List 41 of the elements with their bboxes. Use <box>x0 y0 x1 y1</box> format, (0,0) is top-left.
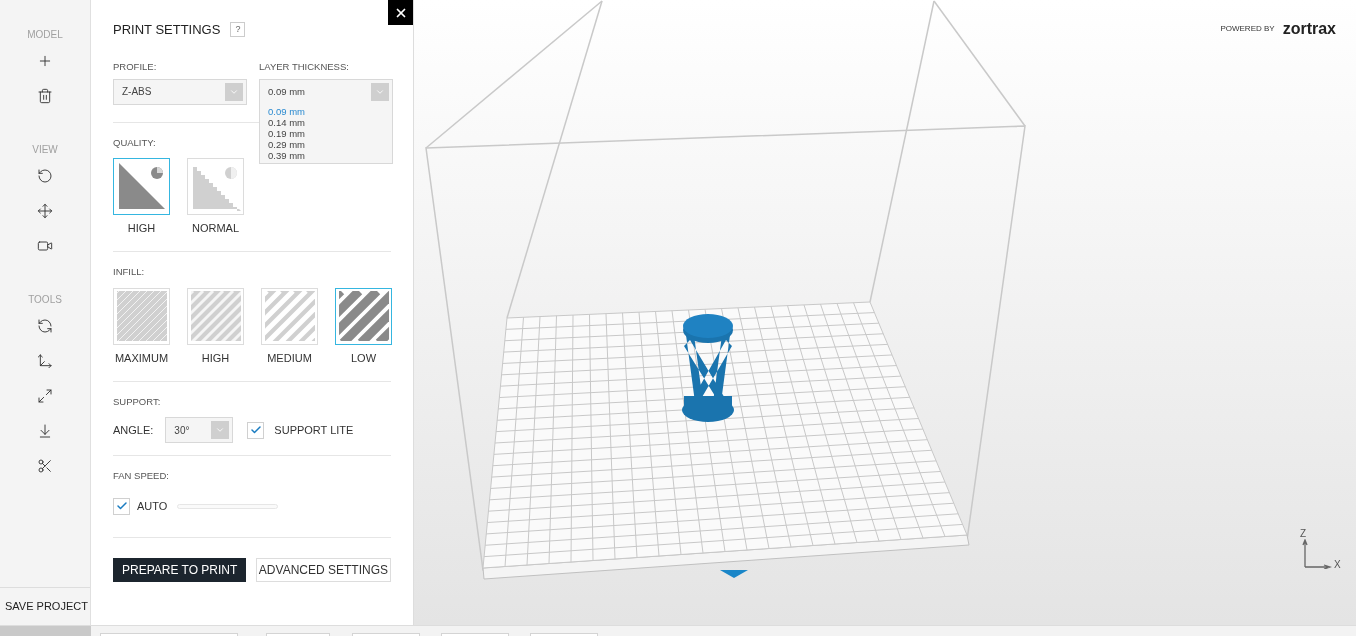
axis-label: X <box>1334 560 1341 570</box>
checkbox[interactable] <box>113 497 130 515</box>
checkbox[interactable] <box>247 421 265 439</box>
dropdown-option[interactable]: 0.09 mm <box>268 105 392 117</box>
section-label: FAN SPEED: <box>113 469 170 484</box>
layer-thickness-dropdown[interactable]: 0.09 mm 0.09 mm 0.14 mm 0.19 mm 0.29 mm 0.39 mm <box>259 78 393 164</box>
dropdown-option[interactable]: 0.19 mm <box>268 127 392 139</box>
fan-speed-slider[interactable] <box>177 503 279 509</box>
field-label: PROFILE: <box>113 59 158 74</box>
brand-logo: zortrax <box>1282 21 1336 37</box>
checkbox-label: SUPPORT LITE <box>274 423 354 438</box>
help-button[interactable]: ? <box>230 22 246 38</box>
axis-label: Z <box>1300 529 1307 539</box>
front-marker-icon <box>720 570 748 578</box>
section-label: INFILL: <box>113 265 146 280</box>
infill-pattern-icon <box>264 291 315 341</box>
infill-pattern-icon <box>190 291 241 341</box>
close-button[interactable] <box>388 0 413 25</box>
axis-arrows-icon <box>1302 539 1332 569</box>
infill-pattern-icon <box>338 291 389 341</box>
prepare-to-print-button[interactable]: PREPARE TO PRINT <box>113 557 247 582</box>
infill-pattern-icon <box>116 291 167 341</box>
checkmark-icon <box>115 500 128 512</box>
dropdown[interactable]: Z-ABS <box>113 78 247 105</box>
section-label: QUALITY: <box>113 135 156 150</box>
field-label: ANGLE: <box>113 423 154 438</box>
field-label: LAYER THICKNESS: <box>259 59 350 74</box>
dropdown-option[interactable]: 0.29 mm <box>268 138 392 150</box>
panel-title: PRINT SETTINGS <box>113 21 221 39</box>
section-heading: MODEL <box>27 28 63 42</box>
checkbox-label: AUTO <box>137 498 168 514</box>
angle-dropdown[interactable]: 30° <box>165 417 234 444</box>
section-heading: TOOLS <box>28 293 62 307</box>
advanced-settings-button[interactable]: ADVANCED SETTINGS <box>255 557 391 582</box>
section-heading: VIEW <box>32 143 58 157</box>
dropdown-option[interactable]: 0.14 mm <box>268 116 392 128</box>
dropdown-option[interactable]: 0.39 mm <box>268 149 392 161</box>
quality-high-icon <box>116 161 167 212</box>
section-label: SUPPORT: <box>113 395 162 409</box>
powered-by-label: POWERED BY <box>1220 23 1275 35</box>
dropdown-value: 0.09 mm <box>268 84 305 99</box>
